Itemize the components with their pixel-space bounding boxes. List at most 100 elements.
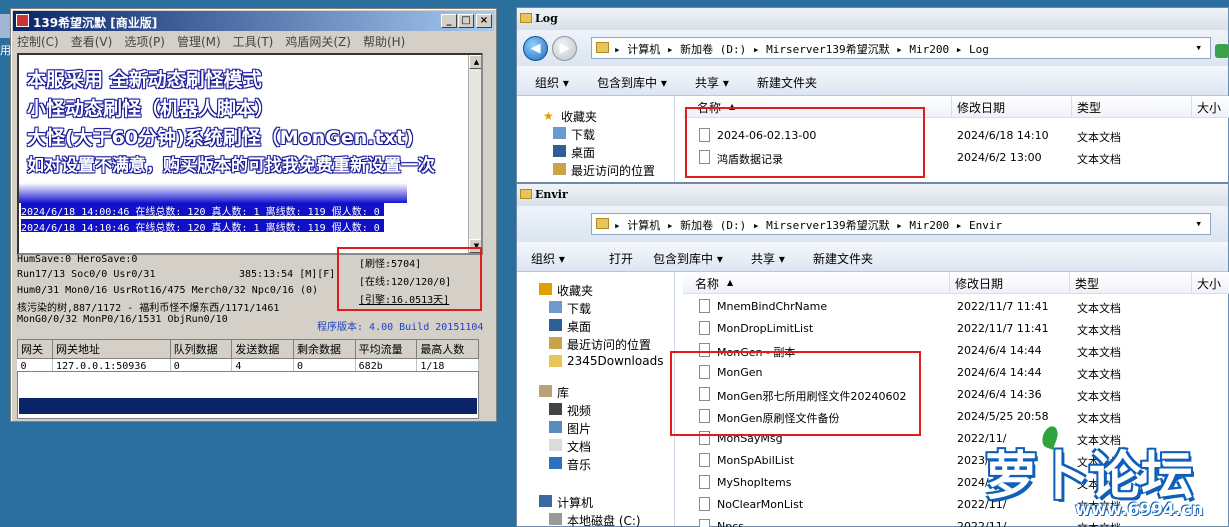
column-header: 名称 ▲ 修改日期 类型 大小	[683, 272, 1229, 294]
grid-header[interactable]: 发送数据	[231, 339, 294, 359]
dropdown-icon[interactable]: ▾	[1195, 217, 1202, 230]
file-type: 文本文档	[1077, 390, 1121, 403]
nav-label: 计算机	[557, 496, 594, 510]
file-name: MonSpAbilList	[717, 454, 795, 467]
grid-header[interactable]: 队列数据	[169, 339, 233, 359]
nav-favorites[interactable]: ★ 收藏夹	[543, 108, 598, 125]
recent-places-icon	[553, 163, 566, 175]
nav-item[interactable]: 下载	[549, 300, 591, 317]
scroll-up-icon[interactable]: ▲	[469, 55, 481, 69]
log-gradient	[19, 183, 407, 203]
folder-icon	[549, 355, 562, 367]
nav-item[interactable]: 桌面	[549, 318, 592, 335]
nav-recent[interactable]: 最近访问的位置	[553, 162, 656, 179]
watermark-brand: 萝卜论坛	[985, 447, 1194, 507]
text-file-icon	[699, 299, 710, 313]
nav-item[interactable]: 本地磁盘 (C:)	[549, 512, 641, 527]
nav-item[interactable]: 视频	[549, 402, 591, 419]
menu-item[interactable]: 控制(C)	[17, 35, 59, 49]
menu-item[interactable]: 查看(V)	[71, 35, 113, 49]
file-date: 2024/5/25 20:58	[957, 410, 1049, 423]
nav-label: 桌面	[567, 320, 592, 334]
envir-titlebar[interactable]: Envir	[517, 184, 1228, 206]
download-icon	[553, 127, 566, 139]
nav-label: 收藏夹	[561, 110, 598, 124]
engine-uptime: [引擎:16.0513天]	[359, 295, 450, 306]
menu-item[interactable]: 选项(P)	[124, 35, 165, 49]
notice-line: 大怪(大于60分钟)系统刷怪（MonGen.txt)	[27, 127, 414, 149]
nav-item[interactable]: 音乐	[549, 456, 591, 473]
file-type: 文本文档	[1077, 131, 1121, 144]
nav-item[interactable]: 计算机	[539, 494, 594, 511]
file-row[interactable]: MnemBindChrName 2022/11/7 11:41 文本文档	[699, 296, 1224, 318]
stat-line: 核污染的树,887/1172 - 福利币怪不爆东西/1171/1461	[17, 303, 280, 314]
maximize-button[interactable]: □	[458, 14, 474, 28]
include-library-menu[interactable]: 包含到库中 ▾	[597, 74, 667, 91]
stat-line: Hum0/31 Mon0/16 UsrRot16/475 Merch0/32 N…	[17, 285, 319, 296]
col-name[interactable]: 名称	[695, 275, 719, 292]
back-button[interactable]: ◀	[523, 36, 548, 61]
mongen-highlight-box	[670, 351, 921, 436]
nav-item[interactable]: 收藏夹	[539, 282, 593, 299]
recent-places-icon	[549, 337, 562, 349]
nav-item[interactable]: 库	[539, 384, 569, 401]
nav-item[interactable]: 文档	[549, 438, 592, 455]
address-bar[interactable]: ▸ 计算机 ▸ 新加卷 (D:) ▸ Mirserver139希望沉默 ▸ Mi…	[591, 37, 1211, 59]
nav-label: 最近访问的位置	[571, 164, 656, 178]
text-file-icon	[699, 497, 710, 511]
col-date[interactable]: 修改日期	[955, 275, 1003, 292]
nav-label: 2345Downloads	[567, 354, 664, 368]
grid-header[interactable]: 网关	[16, 339, 54, 359]
close-button[interactable]: ×	[476, 14, 492, 28]
refresh-icon[interactable]	[1215, 44, 1229, 58]
desktop-icon[interactable]	[0, 14, 10, 38]
col-type[interactable]: 类型	[1075, 275, 1099, 292]
grid-header[interactable]: 网关地址	[52, 339, 171, 359]
new-folder-button[interactable]: 新建文件夹	[813, 250, 873, 267]
log-titlebar[interactable]: Log	[517, 8, 1228, 30]
file-row[interactable]: MonDropLimitList 2022/11/7 11:41 文本文档	[699, 318, 1224, 340]
menu-item[interactable]: 管理(M)	[177, 35, 221, 49]
col-type[interactable]: 类型	[1077, 99, 1101, 116]
star-icon: ★	[543, 109, 554, 123]
share-menu[interactable]: 共享 ▾	[695, 74, 729, 91]
folder-icon	[596, 42, 609, 53]
nav-item[interactable]: 最近访问的位置	[549, 336, 652, 353]
address-bar[interactable]: ▸ 计算机 ▸ 新加卷 (D:) ▸ Mirserver139希望沉默 ▸ Mi…	[591, 213, 1211, 235]
menu-item[interactable]: 鸡盾网关(Z)	[285, 35, 351, 49]
organize-menu[interactable]: 组织 ▾	[535, 74, 569, 91]
nav-label: 文档	[567, 440, 592, 454]
new-folder-button[interactable]: 新建文件夹	[757, 74, 817, 91]
grid-header[interactable]: 平均流量	[354, 339, 418, 359]
nav-item[interactable]: 2345Downloads	[549, 354, 664, 368]
grid-header[interactable]: 最高人数	[416, 339, 479, 359]
text-file-icon	[699, 519, 710, 527]
minimize-button[interactable]: _	[441, 14, 457, 28]
selected-row[interactable]	[19, 398, 477, 414]
forward-button[interactable]: ▶	[552, 36, 577, 61]
organize-menu[interactable]: 组织 ▾	[531, 250, 565, 267]
dropdown-icon[interactable]: ▾	[1195, 41, 1202, 54]
col-size[interactable]: 大小	[1197, 275, 1221, 292]
nav-downloads[interactable]: 下载	[553, 126, 595, 143]
online-count: [在线:120/120/0]	[359, 277, 452, 288]
file-date: 2024/	[957, 476, 989, 489]
grid-header[interactable]: 剩余数据	[293, 339, 356, 359]
file-date: 2024/6/4 14:44	[957, 344, 1042, 357]
server-titlebar[interactable]: 139希望沉默 [商业版] _ □ ×	[13, 11, 494, 31]
col-size[interactable]: 大小	[1197, 99, 1221, 116]
nav-desktop[interactable]: 桌面	[553, 144, 595, 161]
col-date[interactable]: 修改日期	[957, 99, 1005, 116]
notice-line: 如对设置不满意，购买版本的可找我免费重新设置一次	[27, 156, 435, 176]
text-file-icon	[699, 321, 710, 335]
nav-label: 最近访问的位置	[567, 338, 652, 352]
file-type: 文本文档	[1077, 368, 1121, 381]
menu-item[interactable]: 帮助(H)	[363, 35, 405, 49]
log-scrollbar[interactable]: ▲ ▼	[468, 55, 481, 253]
nav-item[interactable]: 图片	[549, 420, 591, 437]
video-icon	[549, 403, 562, 415]
share-menu[interactable]: 共享 ▾	[751, 250, 785, 267]
menu-item[interactable]: 工具(T)	[233, 35, 274, 49]
include-library-menu[interactable]: 包含到库中 ▾	[653, 250, 723, 267]
open-button[interactable]: 打开	[609, 250, 633, 267]
